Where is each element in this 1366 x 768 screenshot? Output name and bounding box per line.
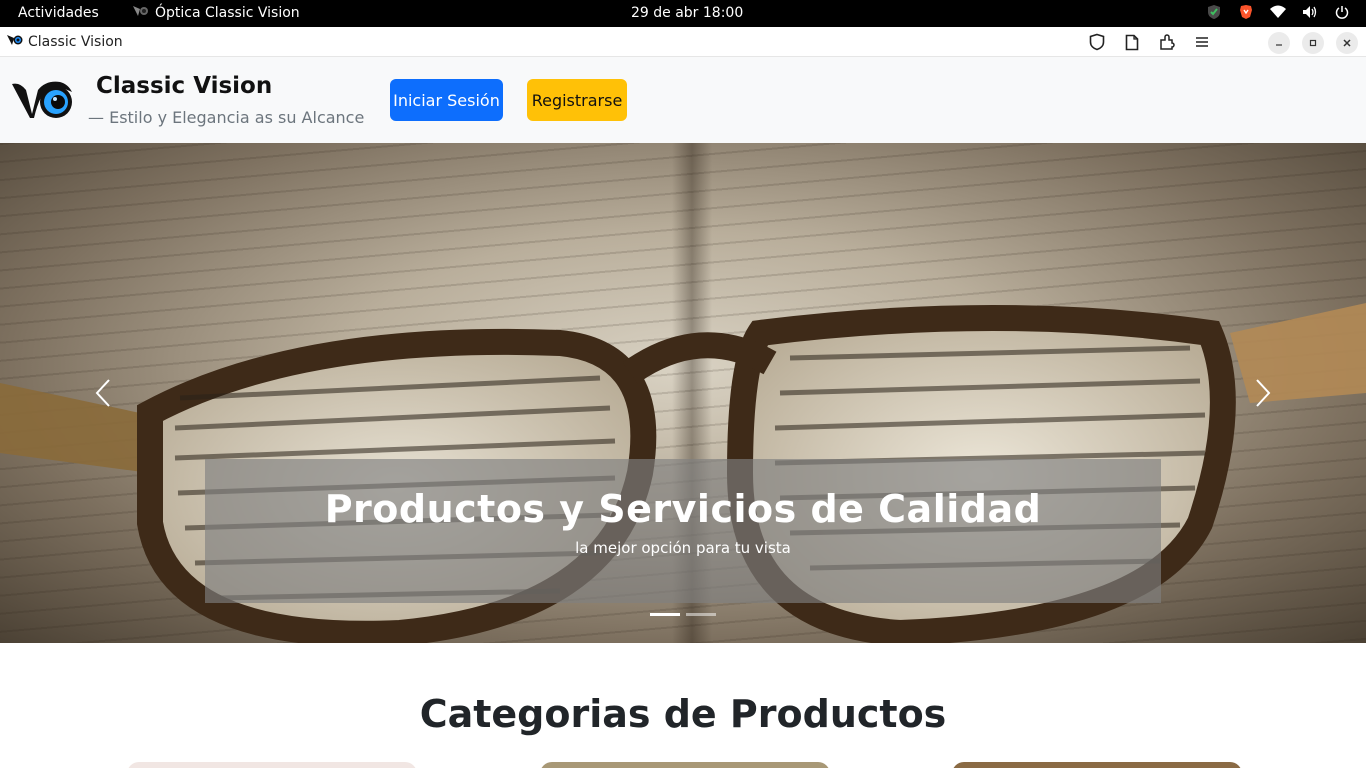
volume-icon[interactable] xyxy=(1302,4,1318,20)
chevron-left-icon xyxy=(95,379,110,407)
chevron-right-icon xyxy=(1256,379,1271,407)
app-logo-icon xyxy=(133,5,149,21)
extensions-icon[interactable] xyxy=(1158,33,1176,51)
shield-icon[interactable] xyxy=(1088,33,1106,51)
system-tray[interactable] xyxy=(1206,4,1350,20)
carousel-title: Productos y Servicios de Calidad xyxy=(324,487,1042,531)
activities-button[interactable]: Actividades xyxy=(18,5,99,21)
favicon-icon xyxy=(7,34,23,50)
carousel-next-button[interactable] xyxy=(1248,375,1278,411)
minimize-icon[interactable] xyxy=(1268,32,1290,54)
login-button[interactable]: Iniciar Sesión xyxy=(390,79,503,121)
power-icon[interactable] xyxy=(1334,4,1350,20)
categories-title: Categorias de Productos xyxy=(419,692,947,736)
browser-tab[interactable]: Classic Vision xyxy=(7,34,123,50)
category-card[interactable] xyxy=(952,762,1242,768)
wifi-icon[interactable] xyxy=(1270,4,1286,20)
app-name: Óptica Classic Vision xyxy=(155,5,300,21)
page-icon[interactable] xyxy=(1123,33,1141,51)
register-button[interactable]: Registrarse xyxy=(527,79,627,121)
close-icon[interactable] xyxy=(1336,32,1358,54)
clock[interactable]: 29 de abr 18:00 xyxy=(631,5,743,21)
maximize-icon[interactable] xyxy=(1302,32,1324,54)
shield-check-icon[interactable] xyxy=(1206,4,1222,20)
carousel-caption: Productos y Servicios de Calidad la mejo… xyxy=(205,459,1161,603)
carousel-indicator-1[interactable] xyxy=(650,613,680,616)
carousel-prev-button[interactable] xyxy=(88,375,118,411)
category-card[interactable] xyxy=(127,762,417,768)
carousel-indicators xyxy=(650,613,716,616)
site-header: Classic Vision — Estilo y Elegancia as s… xyxy=(0,57,1366,143)
app-menu[interactable]: Óptica Classic Vision xyxy=(133,5,300,21)
browser-toolbar xyxy=(1088,33,1211,51)
window-controls xyxy=(1268,32,1358,54)
tab-title: Classic Vision xyxy=(28,34,123,50)
brand-logo-icon[interactable] xyxy=(10,78,74,122)
hero-carousel: Productos y Servicios de Calidad la mejo… xyxy=(0,143,1366,643)
system-top-bar: Actividades Óptica Classic Vision 29 de … xyxy=(0,0,1366,27)
menu-icon[interactable] xyxy=(1193,33,1211,51)
category-card[interactable] xyxy=(540,762,830,768)
carousel-subtitle: la mejor opción para tu vista xyxy=(575,539,791,557)
carousel-indicator-2[interactable] xyxy=(686,613,716,616)
brand-name[interactable]: Classic Vision xyxy=(96,73,272,99)
browser-title-bar: Classic Vision xyxy=(0,27,1366,57)
brand-tagline: — Estilo y Elegancia as su Alcance xyxy=(88,108,365,127)
brave-icon[interactable] xyxy=(1238,4,1254,20)
